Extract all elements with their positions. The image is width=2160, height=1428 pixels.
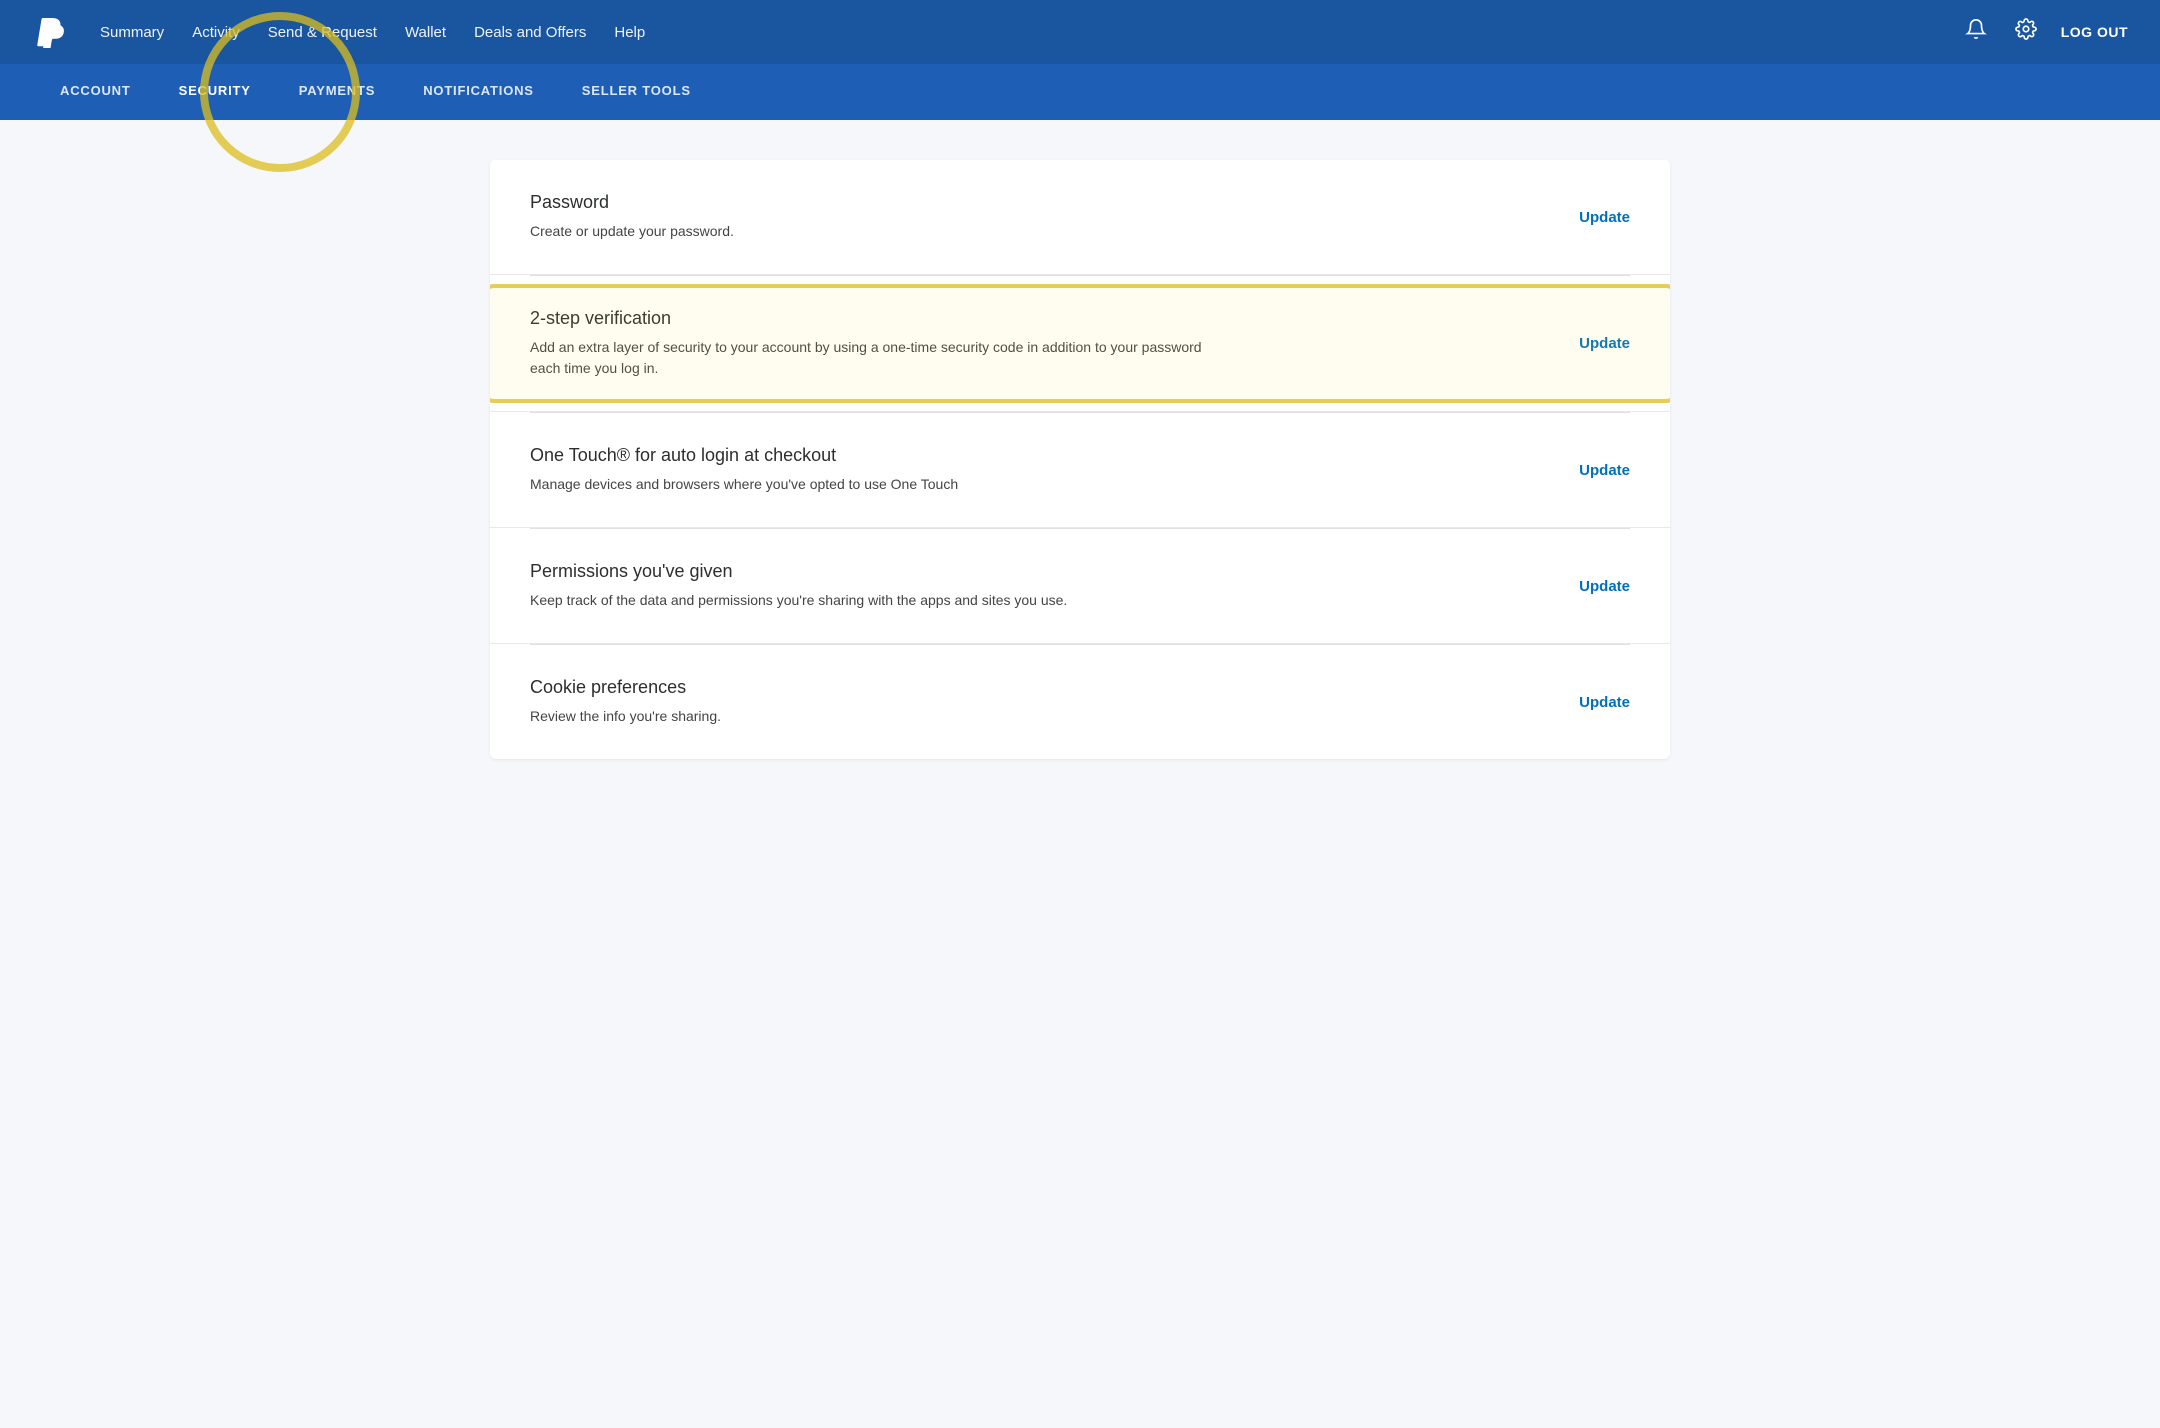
main-content: Password Create or update your password.… bbox=[430, 120, 1730, 1428]
one-touch-update-button[interactable]: Update bbox=[1579, 462, 1630, 479]
logout-button[interactable]: LOG OUT bbox=[2061, 24, 2128, 40]
subnav-payments[interactable]: PAYMENTS bbox=[299, 83, 375, 102]
password-section: Password Create or update your password.… bbox=[490, 160, 1670, 275]
paypal-logo[interactable] bbox=[32, 14, 68, 50]
subnav-security[interactable]: SECURITY bbox=[179, 83, 251, 102]
two-step-update-button[interactable]: Update bbox=[1579, 335, 1630, 352]
password-update-button[interactable]: Update bbox=[1579, 209, 1630, 226]
notifications-icon[interactable] bbox=[1961, 14, 1991, 50]
password-content: Password Create or update your password. bbox=[530, 192, 1539, 242]
nav-help[interactable]: Help bbox=[614, 24, 645, 41]
permissions-desc: Keep track of the data and permissions y… bbox=[530, 590, 1230, 611]
one-touch-section: One Touch® for auto login at checkout Ma… bbox=[490, 413, 1670, 528]
two-step-desc: Add an extra layer of security to your a… bbox=[530, 337, 1230, 379]
subnav-account[interactable]: ACCOUNT bbox=[60, 83, 131, 102]
top-nav-actions: LOG OUT bbox=[1961, 14, 2128, 50]
subnav-seller-tools[interactable]: SELLER TOOLS bbox=[582, 83, 691, 102]
password-title: Password bbox=[530, 192, 1539, 213]
cookie-desc: Review the info you're sharing. bbox=[530, 706, 1230, 727]
settings-icon[interactable] bbox=[2011, 14, 2041, 50]
permissions-update-button[interactable]: Update bbox=[1579, 578, 1630, 595]
nav-deals[interactable]: Deals and Offers bbox=[474, 24, 586, 41]
permissions-title: Permissions you've given bbox=[530, 561, 1539, 582]
nav-activity[interactable]: Activity bbox=[192, 24, 240, 41]
subnav-notifications[interactable]: NOTIFICATIONS bbox=[423, 83, 534, 102]
two-step-title: 2-step verification bbox=[530, 308, 1539, 329]
two-step-content: 2-step verification Add an extra layer o… bbox=[530, 308, 1539, 379]
security-sections-container: Password Create or update your password.… bbox=[490, 160, 1670, 759]
permissions-content: Permissions you've given Keep track of t… bbox=[530, 561, 1539, 611]
nav-wallet[interactable]: Wallet bbox=[405, 24, 446, 41]
cookie-update-button[interactable]: Update bbox=[1579, 694, 1630, 711]
one-touch-desc: Manage devices and browsers where you've… bbox=[530, 474, 1230, 495]
top-navigation: Summary Activity Send & Request Wallet D… bbox=[0, 0, 2160, 64]
two-step-section: 2-step verification Add an extra layer o… bbox=[490, 276, 1670, 412]
nav-summary[interactable]: Summary bbox=[100, 24, 164, 41]
cookie-title: Cookie preferences bbox=[530, 677, 1539, 698]
sub-nav-links: ACCOUNT SECURITY PAYMENTS NOTIFICATIONS … bbox=[60, 83, 691, 102]
top-nav-links: Summary Activity Send & Request Wallet D… bbox=[100, 24, 1961, 41]
password-desc: Create or update your password. bbox=[530, 221, 1230, 242]
sub-navigation: ACCOUNT SECURITY PAYMENTS NOTIFICATIONS … bbox=[0, 64, 2160, 120]
permissions-section: Permissions you've given Keep track of t… bbox=[490, 529, 1670, 644]
cookie-content: Cookie preferences Review the info you'r… bbox=[530, 677, 1539, 727]
cookie-section: Cookie preferences Review the info you'r… bbox=[490, 645, 1670, 759]
nav-send-request[interactable]: Send & Request bbox=[268, 24, 377, 41]
one-touch-title: One Touch® for auto login at checkout bbox=[530, 445, 1539, 466]
one-touch-content: One Touch® for auto login at checkout Ma… bbox=[530, 445, 1539, 495]
